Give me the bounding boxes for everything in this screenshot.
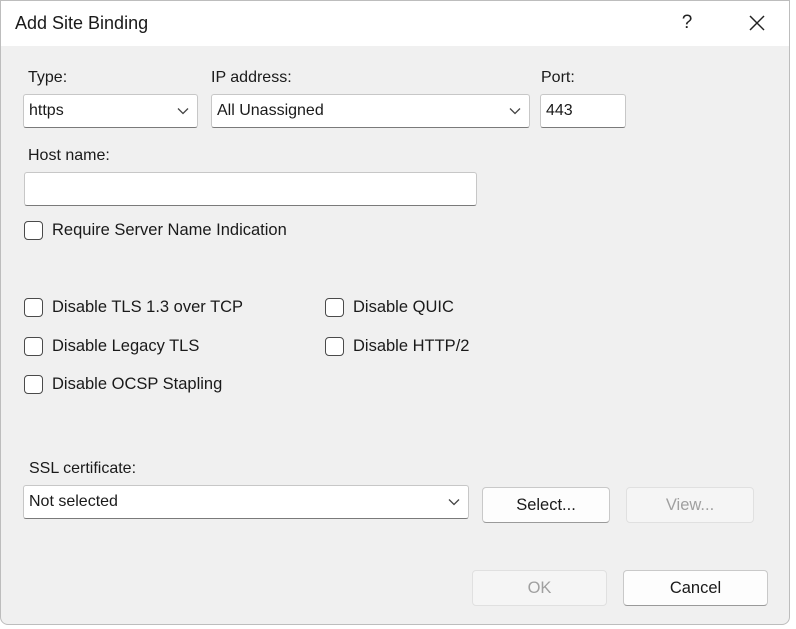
checkbox-box[interactable] xyxy=(24,374,43,394)
ip-address-label: IP address: xyxy=(211,69,292,86)
disable-ocsp-label: Disable OCSP Stapling xyxy=(52,374,223,393)
ip-address-value: All Unassigned xyxy=(217,102,324,119)
host-name-label: Host name: xyxy=(28,147,110,164)
help-icon: ? xyxy=(681,12,693,33)
disable-quic-label: Disable QUIC xyxy=(353,297,454,316)
port-label: Port: xyxy=(541,69,575,86)
close-icon xyxy=(749,15,765,31)
type-select-value: https xyxy=(29,102,64,119)
ip-address-select[interactable]: All Unassigned xyxy=(211,94,530,128)
dialog-title: Add Site Binding xyxy=(15,13,149,33)
require-sni-label: Require Server Name Indication xyxy=(52,220,287,239)
disable-legacy-tls-checkbox[interactable]: Disable Legacy TLS xyxy=(24,335,199,357)
checkbox-box[interactable] xyxy=(24,336,43,356)
disable-quic-checkbox[interactable]: Disable QUIC xyxy=(325,296,454,318)
chevron-down-icon xyxy=(509,108,521,115)
add-site-binding-dialog: Add Site Binding ? Type: https IP addres… xyxy=(0,0,790,625)
checkbox-box[interactable] xyxy=(24,220,43,240)
chevron-down-icon xyxy=(177,108,189,115)
require-sni-checkbox[interactable]: Require Server Name Indication xyxy=(24,219,287,241)
cancel-button[interactable]: Cancel xyxy=(623,570,768,606)
checkbox-box[interactable] xyxy=(325,297,344,317)
view-certificate-button[interactable]: View... xyxy=(626,487,754,523)
host-name-input[interactable] xyxy=(25,173,476,205)
ssl-certificate-value: Not selected xyxy=(29,493,118,510)
disable-legacy-tls-label: Disable Legacy TLS xyxy=(52,336,200,355)
ssl-certificate-label: SSL certificate: xyxy=(29,460,137,477)
checkbox-box[interactable] xyxy=(24,297,43,317)
type-select[interactable]: https xyxy=(23,94,198,128)
host-name-field[interactable] xyxy=(24,172,477,206)
select-certificate-button[interactable]: Select... xyxy=(482,487,610,523)
port-field[interactable] xyxy=(540,94,626,128)
port-input[interactable] xyxy=(541,95,625,127)
help-button[interactable]: ? xyxy=(665,5,709,41)
close-button[interactable] xyxy=(735,5,779,41)
checkbox-box[interactable] xyxy=(325,336,344,356)
ssl-certificate-select[interactable]: Not selected xyxy=(23,485,469,519)
disable-tls13-checkbox[interactable]: Disable TLS 1.3 over TCP xyxy=(24,296,243,318)
type-label: Type: xyxy=(28,69,68,86)
title-bar: Add Site Binding ? xyxy=(1,1,789,46)
background-window-edge xyxy=(790,0,796,629)
disable-ocsp-checkbox[interactable]: Disable OCSP Stapling xyxy=(24,373,222,395)
disable-http2-label: Disable HTTP/2 xyxy=(353,336,470,355)
disable-tls13-label: Disable TLS 1.3 over TCP xyxy=(52,297,244,316)
ok-button[interactable]: OK xyxy=(472,570,607,606)
chevron-down-icon xyxy=(448,499,460,506)
disable-http2-checkbox[interactable]: Disable HTTP/2 xyxy=(325,335,469,357)
